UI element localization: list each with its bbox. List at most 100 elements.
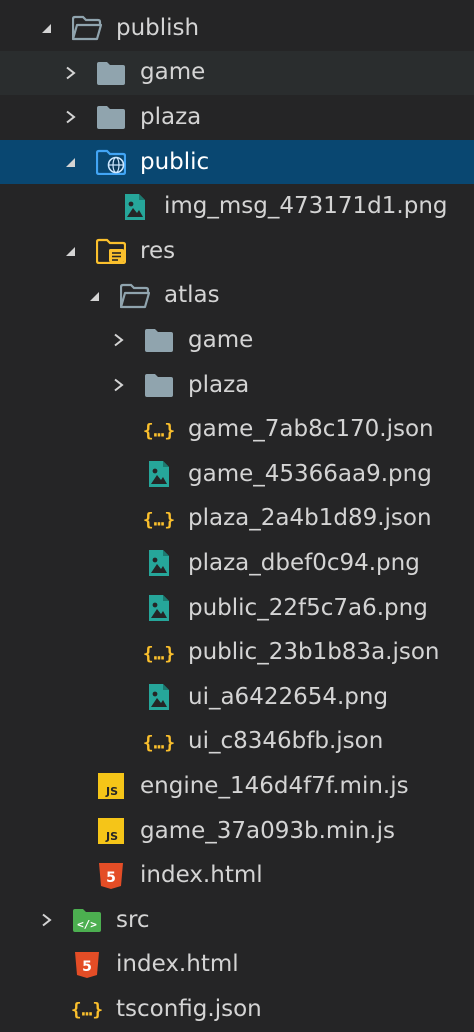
- tree-item-index-html[interactable]: 5 index.html: [0, 943, 474, 988]
- tree-item-plaza[interactable]: plaza: [0, 363, 474, 408]
- tree-item-label: tsconfig.json: [116, 995, 262, 1022]
- js-file-icon: JS: [96, 816, 126, 846]
- tree-item-label: plaza_2a4b1d89.json: [188, 505, 432, 532]
- tree-item-atlas[interactable]: atlas: [0, 274, 474, 319]
- tree-item-label: publish: [116, 14, 200, 41]
- folder-icon: [144, 370, 174, 400]
- chevron-down-icon[interactable]: [82, 284, 106, 308]
- json-file-icon: {…}: [144, 638, 174, 668]
- tree-item-label: public_23b1b83a.json: [188, 639, 440, 666]
- svg-text:JS: JS: [105, 830, 118, 843]
- tree-item-public-22f5c7a6-png[interactable]: public_22f5c7a6.png: [0, 586, 474, 631]
- json-file-icon: {…}: [72, 994, 102, 1024]
- tree-item-img-msg-473171d1-png[interactable]: img_msg_473171d1.png: [0, 184, 474, 229]
- tree-item-ui-a6422654-png[interactable]: ui_a6422654.png: [0, 675, 474, 720]
- tree-item-index-html[interactable]: 5 index.html: [0, 853, 474, 898]
- js-file-icon: JS: [96, 771, 126, 801]
- json-file-icon: {…}: [144, 415, 174, 445]
- tree-item-public[interactable]: public: [0, 139, 474, 185]
- tree-item-label: game: [188, 326, 254, 353]
- tree-item-label: public: [140, 148, 210, 175]
- chevron-down-icon[interactable]: [34, 16, 58, 40]
- html-file-icon: 5: [96, 861, 126, 891]
- tree-item-game-45366aa9-png[interactable]: game_45366aa9.png: [0, 452, 474, 497]
- tree-item-publish[interactable]: publish: [0, 6, 474, 51]
- tree-item-plaza-2a4b1d89-json[interactable]: {…} plaza_2a4b1d89.json: [0, 497, 474, 542]
- image-file-icon: [144, 682, 174, 712]
- svg-text:</>: </>: [77, 918, 97, 931]
- tree-item-label: index.html: [140, 862, 263, 889]
- tree-item-game[interactable]: game: [0, 318, 474, 363]
- folder-icon: [96, 102, 126, 132]
- tree-item-label: game_37a093b.min.js: [140, 817, 395, 844]
- svg-text:{…}: {…}: [144, 643, 174, 664]
- chevron-right-icon[interactable]: [58, 61, 82, 85]
- folder-resource-icon: [96, 236, 126, 266]
- svg-text:5: 5: [82, 959, 92, 975]
- folder-open-icon: [120, 281, 150, 311]
- tree-item-label: index.html: [116, 951, 239, 978]
- tree-item-src[interactable]: </> src: [0, 898, 474, 943]
- tree-item-label: plaza: [188, 371, 250, 398]
- folder-icon: [144, 325, 174, 355]
- tree-item-label: img_msg_473171d1.png: [164, 193, 448, 220]
- chevron-right-icon[interactable]: [34, 908, 58, 932]
- tree-item-tsconfig-json[interactable]: {…} tsconfig.json: [0, 987, 474, 1032]
- tree-item-label: engine_146d4f7f.min.js: [140, 772, 409, 799]
- tree-item-ui-c8346bfb-json[interactable]: {…} ui_c8346bfb.json: [0, 720, 474, 765]
- html-file-icon: 5: [72, 950, 102, 980]
- tree-item-label: ui_a6422654.png: [188, 683, 389, 710]
- tree-item-label: game_45366aa9.png: [188, 460, 432, 487]
- tree-item-engine-146d4f7f-min-js[interactable]: JS engine_146d4f7f.min.js: [0, 764, 474, 809]
- svg-text:{…}: {…}: [72, 1000, 102, 1021]
- folder-public-icon: [96, 147, 126, 177]
- tree-item-res[interactable]: res: [0, 229, 474, 274]
- svg-text:{…}: {…}: [144, 420, 174, 441]
- folder-open-icon: [72, 13, 102, 43]
- tree-item-public-23b1b83a-json[interactable]: {…} public_23b1b83a.json: [0, 630, 474, 675]
- json-file-icon: {…}: [144, 727, 174, 757]
- image-file-icon: [144, 548, 174, 578]
- tree-item-label: public_22f5c7a6.png: [188, 594, 428, 621]
- folder-icon: [96, 58, 126, 88]
- folder-src-icon: </>: [72, 905, 102, 935]
- tree-item-game[interactable]: game: [0, 50, 474, 96]
- tree-item-label: plaza: [140, 103, 202, 130]
- tree-item-game-37a093b-min-js[interactable]: JS game_37a093b.min.js: [0, 809, 474, 854]
- tree-item-label: atlas: [164, 282, 220, 309]
- image-file-icon: [144, 459, 174, 489]
- tree-item-label: src: [116, 906, 150, 933]
- tree-item-plaza-dbef0c94-png[interactable]: plaza_dbef0c94.png: [0, 541, 474, 586]
- chevron-down-icon[interactable]: [58, 239, 82, 263]
- tree-item-label: plaza_dbef0c94.png: [188, 549, 420, 576]
- tree-item-plaza[interactable]: plaza: [0, 95, 474, 140]
- svg-text:5: 5: [106, 870, 116, 886]
- svg-text:{…}: {…}: [144, 732, 174, 753]
- tree-item-label: game_7ab8c170.json: [188, 416, 434, 443]
- svg-text:{…}: {…}: [144, 509, 174, 530]
- chevron-right-icon[interactable]: [106, 373, 130, 397]
- image-file-icon: [120, 192, 150, 222]
- json-file-icon: {…}: [144, 504, 174, 534]
- chevron-down-icon[interactable]: [58, 150, 82, 174]
- tree-item-game-7ab8c170-json[interactable]: {…} game_7ab8c170.json: [0, 407, 474, 452]
- tree-item-label: res: [140, 237, 176, 264]
- chevron-right-icon[interactable]: [58, 105, 82, 129]
- svg-text:JS: JS: [105, 785, 118, 798]
- tree-item-label: ui_c8346bfb.json: [188, 728, 384, 755]
- chevron-right-icon[interactable]: [106, 328, 130, 352]
